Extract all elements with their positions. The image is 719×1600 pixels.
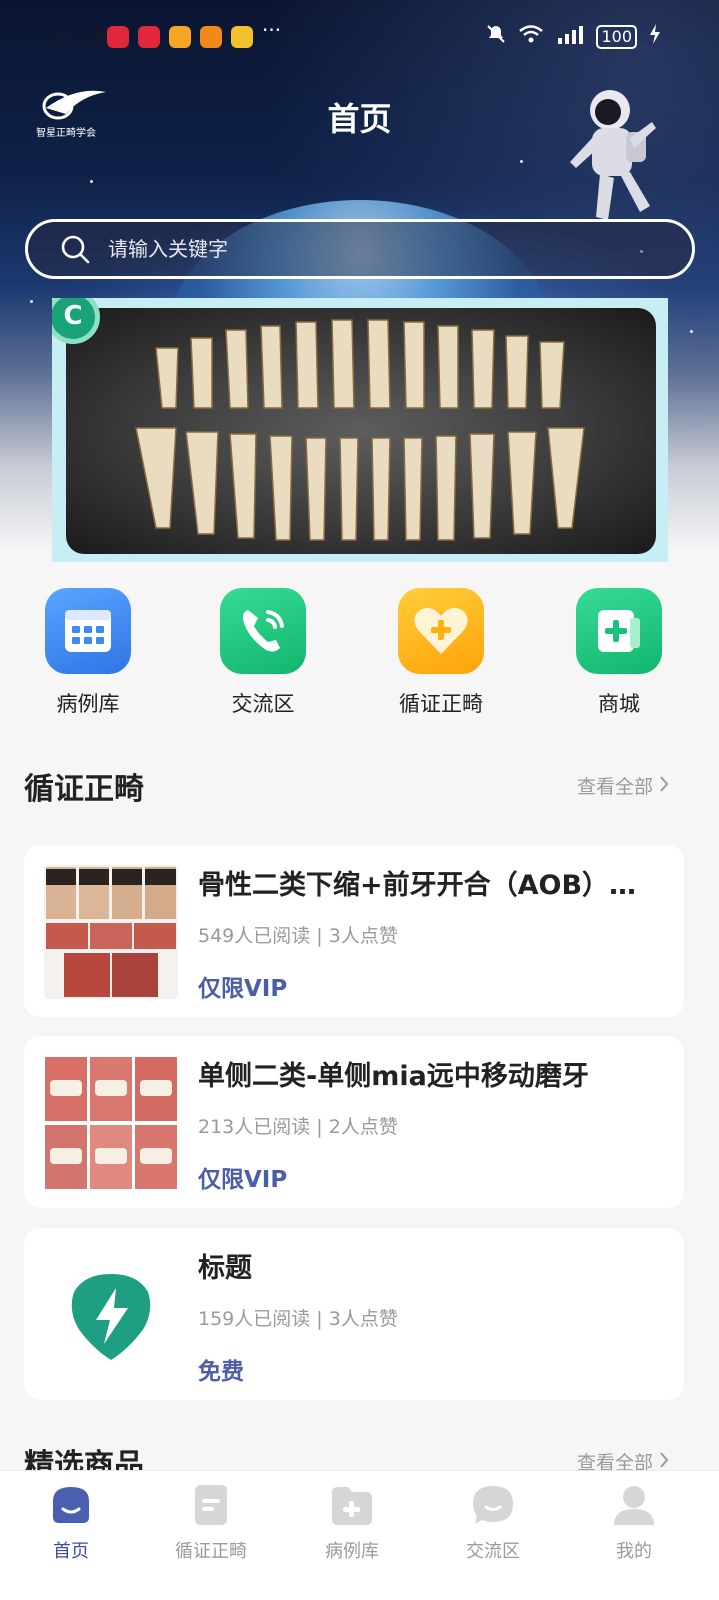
quick-nav-label: 循证正畸: [399, 692, 483, 716]
article-thumbnail: [44, 1056, 178, 1190]
tab-label: 首页: [53, 1541, 89, 1562]
chat-bubble-icon: [471, 1483, 515, 1527]
tab-home[interactable]: 首页: [11, 1483, 131, 1563]
view-all-label: 查看全部: [576, 776, 653, 798]
star: [520, 160, 523, 163]
cart-plus-icon: [576, 588, 662, 674]
banner-image: [66, 308, 656, 554]
notification-app-icon: [107, 26, 129, 48]
notification-app-icon: [231, 26, 253, 48]
charging-icon: [649, 24, 661, 49]
home-icon: [49, 1483, 93, 1527]
status-bar: 4:58 ··· 100: [0, 18, 719, 58]
article-stats: 549人已阅读 | 3人点赞: [198, 925, 398, 947]
quick-nav-label: 交流区: [231, 692, 295, 716]
article-access-tag: 仅限VIP: [198, 976, 288, 1002]
quick-nav-evidence[interactable]: 循证正畸: [371, 588, 511, 718]
signal-icon: [556, 24, 584, 49]
article-stats: 213人已阅读 | 2人点赞: [198, 1116, 398, 1138]
article-stats: 159人已阅读 | 3人点赞: [198, 1308, 398, 1330]
quick-nav: 病例库 交流区 循证正畸 商城: [0, 588, 719, 728]
tab-label: 我的: [616, 1541, 652, 1562]
banner-carousel[interactable]: C: [52, 298, 668, 562]
article-title: 骨性二类下缩+前牙开合（AOB）…: [198, 870, 637, 901]
mute-icon: [486, 24, 506, 49]
quick-nav-case-library[interactable]: 病例库: [18, 588, 158, 718]
article-card[interactable]: 标题 159人已阅读 | 3人点赞 免费: [24, 1228, 684, 1400]
tab-evidence[interactable]: 循证正畸: [151, 1483, 271, 1563]
document-icon: [189, 1483, 233, 1527]
folder-plus-icon: [330, 1483, 374, 1527]
article-thumbnail: [44, 1248, 178, 1382]
tab-case-library[interactable]: 病例库: [292, 1483, 412, 1563]
wifi-icon: [518, 24, 544, 49]
status-time: 4:58: [46, 22, 111, 53]
battery-indicator: 100: [596, 24, 637, 49]
article-thumbnail: [44, 865, 178, 999]
view-all-evidence-link[interactable]: 查看全部: [577, 772, 669, 799]
tab-label: 交流区: [466, 1541, 520, 1562]
star: [30, 300, 33, 303]
heart-plus-icon: [398, 588, 484, 674]
notification-app-icon: [169, 26, 191, 48]
notification-app-icon: [138, 26, 160, 48]
quick-nav-label: 商城: [598, 692, 640, 716]
article-card[interactable]: 骨性二类下缩+前牙开合（AOB）… 549人已阅读 | 3人点赞 仅限VIP: [24, 845, 684, 1017]
star: [90, 180, 93, 183]
search-input[interactable]: [108, 237, 608, 261]
article-card[interactable]: 单侧二类-单侧mia远中移动磨牙 213人已阅读 | 2人点赞 仅限VIP: [24, 1036, 684, 1208]
bottom-tab-bar: 首页 循证正畸 病例库 交流区 我的: [0, 1470, 719, 1600]
phone-icon: [220, 588, 306, 674]
search-bar[interactable]: [25, 219, 695, 279]
quick-nav-label: 病例库: [56, 692, 120, 716]
quick-nav-forum[interactable]: 交流区: [193, 588, 333, 718]
more-notifications-icon: ···: [262, 18, 282, 42]
tab-label: 循证正畸: [175, 1541, 247, 1562]
article-access-tag: 免费: [198, 1359, 244, 1385]
star: [690, 330, 693, 333]
tab-label: 病例库: [325, 1541, 379, 1562]
article-title: 单侧二类-单侧mia远中移动磨牙: [198, 1061, 589, 1092]
quick-nav-mall[interactable]: 商城: [549, 588, 689, 718]
tab-profile[interactable]: 我的: [574, 1483, 694, 1563]
article-title: 标题: [198, 1253, 252, 1284]
section-title-evidence: 循证正畸: [24, 772, 144, 807]
article-access-tag: 仅限VIP: [198, 1167, 288, 1193]
tab-forum[interactable]: 交流区: [433, 1483, 553, 1563]
status-icons: 100: [486, 24, 661, 49]
astronaut-image: [560, 82, 670, 232]
search-icon: [60, 234, 90, 264]
notification-app-icon: [200, 26, 222, 48]
calendar-icon: [45, 588, 131, 674]
chevron-right-icon: [659, 775, 669, 798]
user-icon: [612, 1483, 656, 1527]
